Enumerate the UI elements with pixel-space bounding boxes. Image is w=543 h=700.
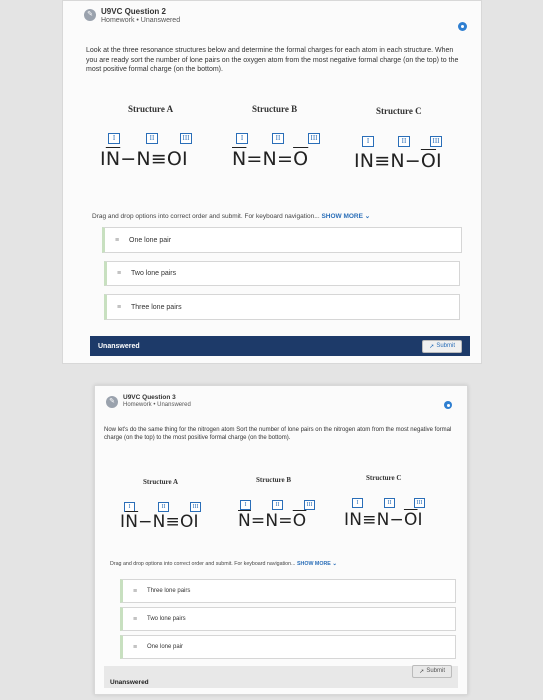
structure-c-label-2: Structure C xyxy=(366,474,402,482)
drag-hint: Drag and drop options into correct order… xyxy=(92,213,371,220)
drag-handle-icon[interactable]: ≡ xyxy=(129,588,141,595)
box-b-2: II xyxy=(272,133,284,144)
question-2-header: ✎ U9VC Question 3 Homework • Unanswered xyxy=(106,394,191,408)
drag-option-label: Three lone pairs xyxy=(131,303,182,311)
drag-option-2-2[interactable]: ≡ Two lone pairs xyxy=(120,607,456,631)
box2-c-3: III xyxy=(414,498,425,508)
question-2-status-bar: Unanswered ➚ Submit xyxy=(104,664,458,688)
drag-option-2-3[interactable]: ≡ One lone pair xyxy=(120,635,456,659)
lewis-structure-b: N=N=O xyxy=(232,148,309,170)
question-1-status-bar: Unanswered ➚ Submit xyxy=(90,336,470,356)
drag-handle-icon[interactable]: ≡ xyxy=(129,644,141,651)
submit-button[interactable]: ➚ Submit xyxy=(422,339,462,353)
drag-handle-icon[interactable]: ≡ xyxy=(113,270,125,277)
box2-c-2: II xyxy=(384,498,395,508)
drag-hint-2: Drag and drop options into correct order… xyxy=(110,561,337,567)
question-type-icon: ✎ xyxy=(106,396,118,408)
question-1-title: U9VC Question 2 xyxy=(101,7,166,16)
show-more-link[interactable]: SHOW MORE xyxy=(321,213,363,220)
box-c-3: III xyxy=(430,136,442,147)
status-label: Unanswered xyxy=(98,342,140,350)
question-type-icon: ✎ xyxy=(84,9,96,21)
question-2-prompt: Now let's do the same thing for the nitr… xyxy=(104,427,452,441)
box2-a-3: III xyxy=(190,502,201,512)
structure-c-label: Structure C xyxy=(376,106,422,116)
box2-b-3: III xyxy=(304,500,315,510)
box-a-2: II xyxy=(146,133,158,144)
box-a-1: I xyxy=(108,133,120,144)
drag-option-label: Three lone pairs xyxy=(147,588,191,594)
lewis-structure-b-2: N=N=O xyxy=(238,511,307,531)
box2-c-1: I xyxy=(352,498,363,508)
lewis-structure-a: IN−N≡OI xyxy=(100,148,188,170)
box-a-3: III xyxy=(180,133,192,144)
drag-option-label: Two lone pairs xyxy=(147,616,186,622)
structure-a-label: Structure A xyxy=(128,104,174,114)
box-b-1: I xyxy=(236,133,248,144)
lewis-structure-c: IN≡N−OI xyxy=(354,150,442,172)
drag-option-2-1[interactable]: ≡ Three lone pairs xyxy=(120,579,456,603)
question-1-header: ✎ U9VC Question 2 Homework • Unanswered xyxy=(84,7,180,24)
box2-a-1: I xyxy=(124,502,135,512)
question-2-status-dot-icon xyxy=(444,401,452,409)
structure-a-label-2: Structure A xyxy=(143,478,179,486)
drag-option-label: One lone pair xyxy=(129,236,172,244)
lewis-structure-a-2: IN−N≡OI xyxy=(120,512,199,532)
chevron-down-icon: ⌄ xyxy=(332,561,337,567)
drag-handle-icon[interactable]: ≡ xyxy=(129,616,141,623)
box-c-1: I xyxy=(362,136,374,147)
box2-b-1: I xyxy=(240,500,251,510)
question-2-subtitle: Homework • Unanswered xyxy=(123,402,191,408)
chevron-down-icon: ⌄ xyxy=(364,213,371,220)
send-icon: ➚ xyxy=(419,668,425,675)
box-c-2: II xyxy=(398,136,410,147)
drag-handle-icon[interactable]: ≡ xyxy=(111,237,123,244)
submit-button-2[interactable]: ➚ Submit xyxy=(412,664,452,678)
structure-b-label-2: Structure B xyxy=(256,476,292,484)
drag-handle-icon[interactable]: ≡ xyxy=(113,304,125,311)
question-2-title: U9VC Question 3 xyxy=(123,394,176,401)
box-b-3: III xyxy=(308,133,320,144)
box2-a-2: II xyxy=(158,502,169,512)
question-1-status-dot-icon xyxy=(458,22,467,31)
drag-option-label: Two lone pairs xyxy=(131,270,177,277)
submit-label-2: Submit xyxy=(426,668,445,674)
drag-option-label: One lone pair xyxy=(147,644,184,650)
send-icon: ➚ xyxy=(429,343,435,350)
drag-option-1[interactable]: ≡ One lone pair xyxy=(102,227,462,253)
drag-option-3[interactable]: ≡ Three lone pairs xyxy=(104,294,460,320)
submit-label: Submit xyxy=(436,343,455,349)
box2-b-2: II xyxy=(272,500,283,510)
question-1-subtitle: Homework • Unanswered xyxy=(101,17,181,24)
lewis-structure-c-2: IN≡N−OI xyxy=(344,510,423,530)
structure-b-label: Structure B xyxy=(252,104,298,114)
status-label-2: Unanswered xyxy=(110,678,149,686)
question-1-prompt: Look at the three resonance structures b… xyxy=(86,47,459,73)
drag-option-2[interactable]: ≡ Two lone pairs xyxy=(104,261,460,286)
show-more-link-2[interactable]: SHOW MORE xyxy=(297,561,331,567)
